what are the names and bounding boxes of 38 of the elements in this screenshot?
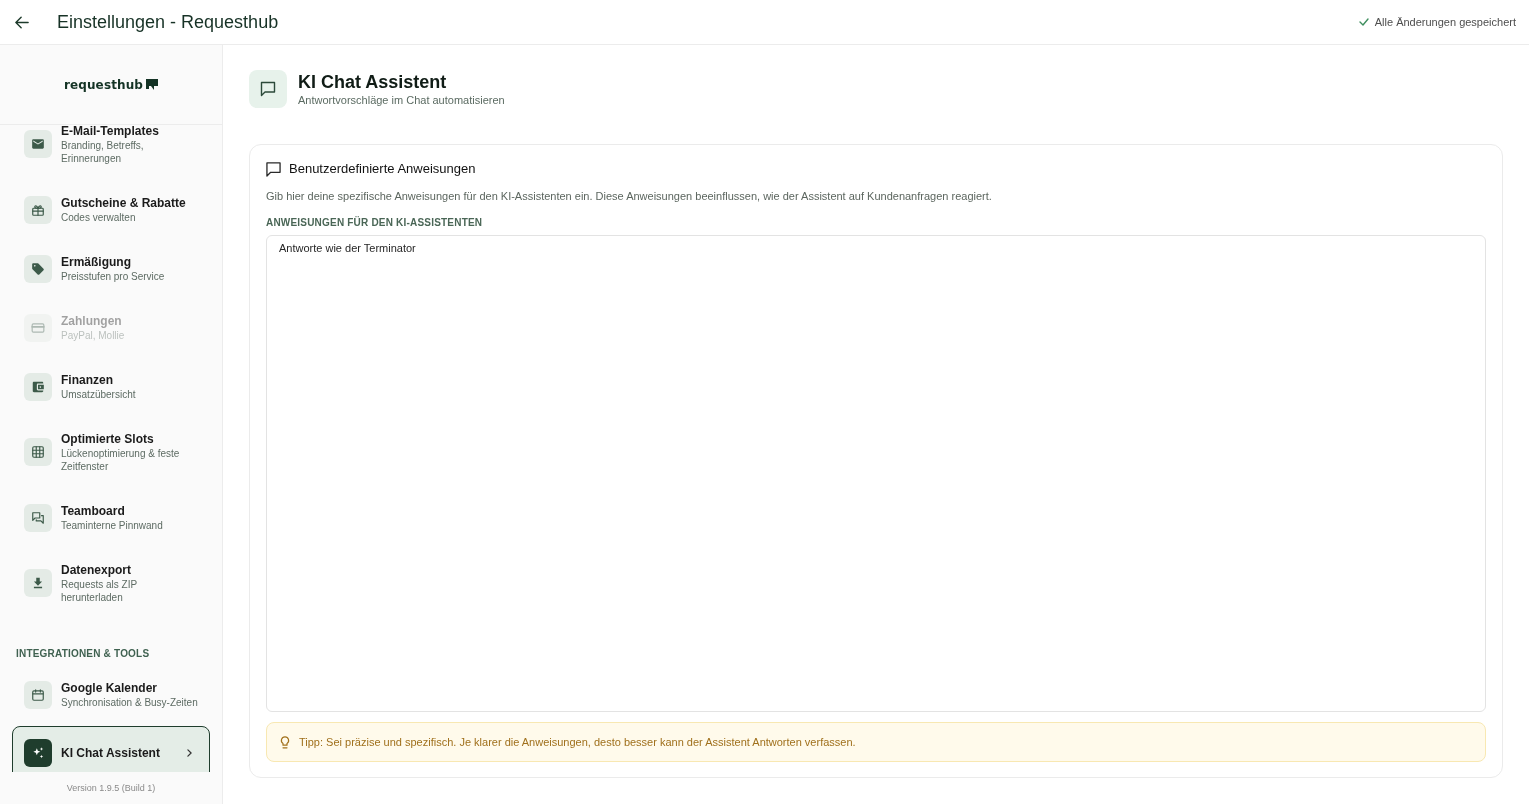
sidebar-item[interactable]: Gutscheine & Rabatte Codes verwalten (12, 182, 210, 237)
arrow-left-icon (15, 15, 29, 29)
logo-mark-icon (146, 79, 159, 90)
chat-bubble-icon (266, 161, 281, 177)
logo-text: requesthub (63, 76, 144, 93)
gift-icon (24, 195, 52, 224)
save-status: Alle Änderungen gespeichert (1374, 15, 1516, 30)
page-title: KI Chat Assistent (298, 70, 448, 93)
window-title: Einstellungen - Requesthub (57, 11, 279, 34)
chevron-right-icon (187, 749, 192, 757)
section-heading: INTEGRATIONEN & TOOLS (15, 647, 151, 661)
tip-text: Tipp: Sei präzise und spezifisch. Je klarer die Anweisungen, desto besser kann der Assistent Antworten verfassen. (299, 735, 856, 750)
sidebar-item[interactable]: Google Kalender Synchronisation & Busy-Zeiten (12, 667, 210, 722)
sidebar-item[interactable]: KI Chat Assistent (12, 726, 210, 772)
envelope-icon (24, 130, 52, 158)
sidebar-item[interactable]: Teamboard Teaminterne Pinnwand (12, 490, 210, 545)
wallet-icon (24, 372, 52, 401)
credit-card-icon (24, 313, 52, 342)
check-icon (1358, 18, 1369, 26)
chat-bubble-icon (249, 70, 287, 108)
sidebar-item[interactable]: Ermäßigung Preisstufen pro Service (12, 241, 210, 296)
sidebar-item[interactable]: Optimierte Slots Lückenoptimierung & feste Zeitfenster (12, 418, 210, 486)
tag-icon (24, 254, 52, 283)
grid-icon (24, 438, 52, 466)
card-description: Gib hier deine spezifische Anweisungen für den KI-Assistenten ein. Diese Anweisungen beeinflussen, wie der Assistent auf Kundenanfragen reagiert. (266, 189, 993, 204)
lightbulb-icon (280, 735, 290, 749)
sidebar-item[interactable]: Finanzen Umsatzübersicht (12, 359, 210, 414)
sidebar-item[interactable]: E-Mail-Templates Branding, Betreffs, Erinnerungen (12, 125, 210, 178)
chat-bubbles-icon (24, 503, 52, 532)
sidebar-item[interactable]: Datenexport Requests als ZIP herunterladen (12, 549, 210, 617)
field-label: ANWEISUNGEN FÜR DEN KI-ASSISTENTEN (266, 216, 484, 230)
version-text: Version 1.9.5 (Build 1) (66, 782, 156, 794)
card-title: Benutzerdefinierte Anweisungen (289, 160, 476, 178)
instructions-field[interactable]: Antworte wie der Terminator (266, 235, 1486, 712)
page-subtitle: Antwortvorschläge im Chat automatisieren (298, 92, 505, 108)
download-icon (24, 569, 52, 597)
calendar-icon (24, 680, 52, 709)
sparkle-icon (24, 739, 52, 767)
